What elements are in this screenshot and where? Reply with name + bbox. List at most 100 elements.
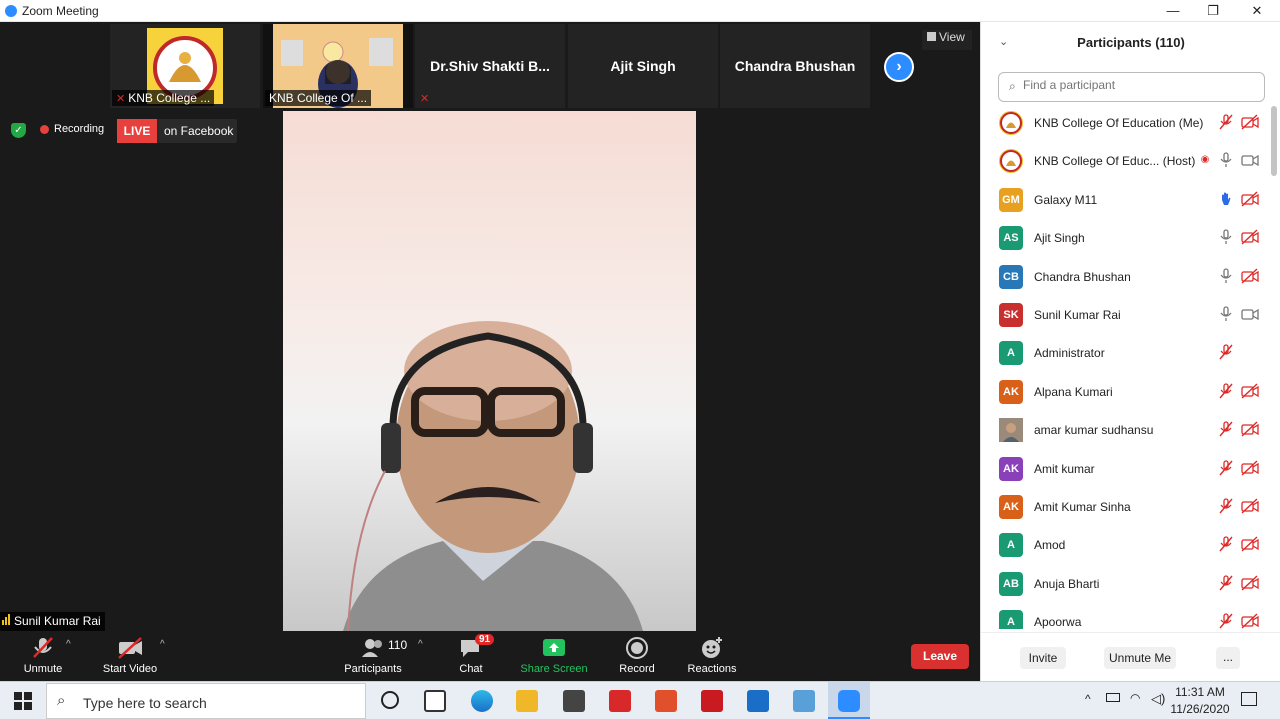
participant-row[interactable]: AK Amit Kumar Sinha: [981, 488, 1271, 526]
next-page-button[interactable]: ›: [884, 52, 914, 82]
participant-row[interactable]: AS Ajit Singh: [981, 219, 1271, 257]
volume-icon[interactable]: ◁): [1151, 691, 1165, 707]
notifications-icon[interactable]: [1241, 692, 1257, 706]
window-title: Zoom Meeting: [22, 4, 99, 18]
chat-button[interactable]: 91 Chat: [431, 634, 511, 675]
participant-row[interactable]: SK Sunil Kumar Rai: [981, 296, 1271, 334]
video-off-icon: [1241, 268, 1259, 284]
video-on-icon: [1241, 152, 1259, 168]
restore-button[interactable]: ❐: [1203, 2, 1223, 20]
tile-name: Ajit Singh: [610, 58, 676, 74]
battery-icon[interactable]: [1106, 693, 1120, 702]
reader-app-icon[interactable]: [609, 690, 631, 712]
record-icon: [626, 637, 648, 659]
search-icon: ⌕: [1009, 79, 1016, 93]
mic-muted-icon: [1218, 383, 1234, 399]
participant-row[interactable]: A Administrator: [981, 334, 1271, 372]
participant-name: Amit Kumar Sinha: [1034, 500, 1131, 514]
avatar-initials: AB: [999, 571, 1023, 596]
participants-options-chevron-icon[interactable]: ^: [418, 639, 423, 650]
mic-on-icon: [1218, 267, 1234, 284]
unmute-me-button[interactable]: Unmute Me: [1104, 647, 1176, 669]
mail-icon[interactable]: [747, 690, 769, 712]
participant-name: amar kumar sudhansu: [1034, 423, 1154, 438]
participant-name: Amit kumar: [1034, 461, 1095, 476]
signal-bar: [5, 617, 7, 625]
participant-row[interactable]: AK Alpana Kumari: [981, 373, 1271, 411]
speaker-person-icon: [343, 321, 643, 631]
mic-muted-icon: [1218, 613, 1234, 629]
mic-on-icon: [1218, 229, 1234, 245]
desktop-app-icon[interactable]: [793, 690, 815, 712]
mic-muted-icon: [1218, 536, 1234, 552]
avatar-initials: AS: [999, 226, 1023, 251]
wifi-icon[interactable]: ◠: [1130, 691, 1140, 705]
store-icon[interactable]: [563, 690, 585, 712]
mic-muted-icon: [33, 637, 53, 658]
video-options-chevron-icon[interactable]: ^: [160, 639, 165, 650]
tile-label: ✕ KNB College ...: [112, 90, 215, 106]
grid-icon: [927, 32, 936, 41]
windows-start-icon[interactable]: [14, 692, 32, 710]
participant-row[interactable]: A Apoorwa: [981, 603, 1271, 629]
record-button[interactable]: Record: [597, 635, 677, 675]
video-off-icon: [1241, 613, 1259, 629]
reactions-icon: [702, 637, 722, 658]
video-off-icon: [1241, 114, 1259, 130]
recording-dot-icon: ◉: [1200, 154, 1210, 166]
participant-row[interactable]: A Amod: [981, 526, 1271, 564]
zoom-logo-icon: [5, 5, 17, 17]
view-button[interactable]: View: [922, 30, 972, 50]
tile-name: Dr.Shiv Shakti B...: [430, 58, 550, 74]
cortana-icon[interactable]: [381, 691, 399, 709]
powerpoint-icon[interactable]: [655, 690, 677, 712]
avatar-initials: A: [999, 533, 1023, 558]
minimize-button[interactable]: —: [1163, 2, 1183, 20]
mic-muted-icon: ✕: [420, 93, 430, 105]
share-screen-button[interactable]: Share Screen: [514, 635, 594, 675]
edge-browser-icon[interactable]: [471, 690, 493, 712]
signal-bar: [8, 614, 10, 625]
audio-options-chevron-icon[interactable]: ^: [66, 639, 71, 650]
participant-list: KNB College Of Education (Me) KNB College…: [981, 104, 1280, 629]
participant-row[interactable]: KNB College Of Educ... (Host) ◉: [981, 142, 1271, 180]
video-tile-knb-college[interactable]: ✕ KNB College ...: [110, 24, 260, 108]
encryption-shield-icon[interactable]: ✓: [11, 123, 26, 138]
participant-row[interactable]: CB Chandra Bhushan: [981, 258, 1271, 296]
taskbar-search-box[interactable]: ⌕ Type here to search: [46, 683, 366, 719]
video-off-icon: [1241, 575, 1259, 591]
video-tile-knb-college-host[interactable]: KNB College Of ...: [263, 24, 413, 108]
participant-row[interactable]: GM Galaxy M11: [981, 181, 1271, 219]
participant-row[interactable]: amar kumar sudhansu: [981, 411, 1271, 449]
more-options-button[interactable]: ...: [1216, 647, 1240, 669]
avatar-initials: A: [999, 610, 1023, 629]
show-hidden-icons-chevron-icon[interactable]: ^: [1085, 692, 1091, 706]
live-stream-indicator[interactable]: LIVE on Facebook: [117, 119, 237, 143]
file-explorer-icon[interactable]: [516, 690, 538, 712]
participant-search-box[interactable]: ⌕: [998, 72, 1265, 102]
mcafee-icon[interactable]: [701, 690, 723, 712]
search-input[interactable]: [1023, 78, 1253, 92]
clock[interactable]: 11:31 AM 11/26/2020: [1168, 685, 1232, 716]
reactions-button[interactable]: Reactions: [672, 635, 752, 675]
task-view-icon[interactable]: [424, 690, 446, 712]
zoom-taskbar-button[interactable]: [828, 682, 870, 719]
video-tile-chandra-bhushan[interactable]: Chandra Bhushan: [720, 24, 870, 108]
participants-button[interactable]: 110 Participants: [333, 635, 413, 675]
active-speaker-label: Sunil Kumar Rai: [0, 612, 105, 631]
panel-scrollbar[interactable]: [1271, 106, 1277, 176]
panel-title: Participants (110): [1077, 35, 1185, 50]
close-button[interactable]: ✕: [1247, 2, 1267, 20]
video-tile-ajit-singh[interactable]: Ajit Singh: [568, 24, 718, 108]
participant-row[interactable]: KNB College Of Education (Me): [981, 104, 1271, 142]
search-icon: ⌕: [57, 692, 66, 709]
video-tile-dr-shiv[interactable]: Dr.Shiv Shakti B... ✕: [415, 24, 565, 108]
participant-row[interactable]: AK Amit kumar: [981, 450, 1271, 488]
unmute-button[interactable]: Unmute: [3, 635, 83, 675]
leave-button[interactable]: Leave: [911, 644, 969, 669]
invite-button[interactable]: Invite: [1020, 647, 1066, 669]
tile-name: Chandra Bhushan: [734, 58, 856, 74]
start-video-button[interactable]: Start Video: [90, 635, 170, 675]
recording-indicator[interactable]: Recording: [40, 123, 104, 139]
participant-row[interactable]: AB Anuja Bharti: [981, 565, 1271, 603]
